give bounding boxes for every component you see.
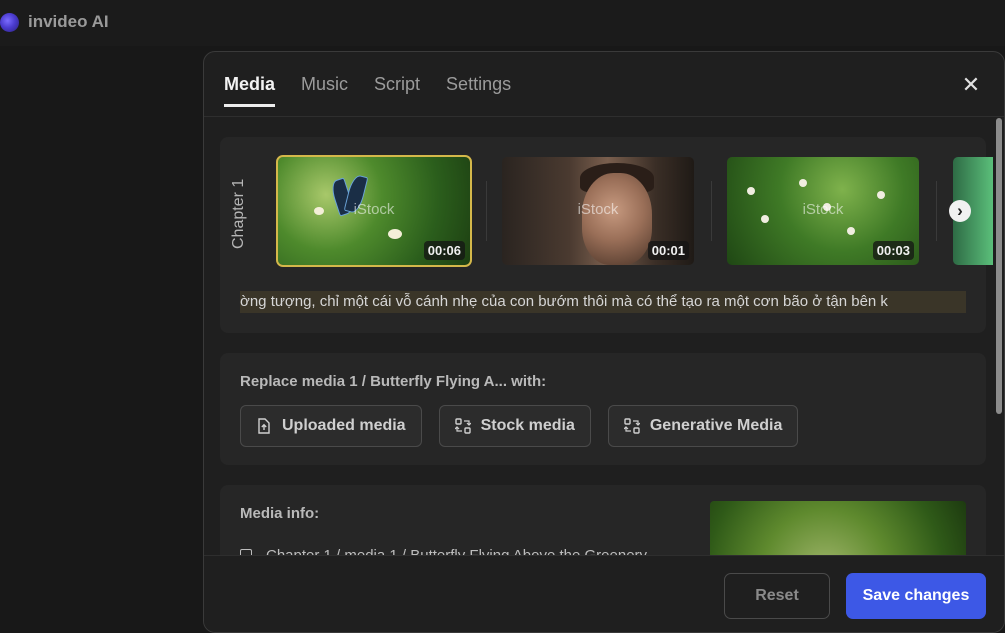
media-thumbnail-3[interactable]: iStock 00:03 bbox=[727, 157, 919, 265]
thumbnail-separator bbox=[936, 181, 937, 241]
close-icon: ✕ bbox=[961, 72, 981, 97]
face-image bbox=[582, 173, 652, 265]
blossom-image bbox=[847, 227, 855, 235]
chevron-right-icon[interactable]: › bbox=[949, 200, 971, 222]
reset-button[interactable]: Reset bbox=[724, 573, 830, 619]
media-path: Chapter 1 / media 1 / Butterfly Flying A… bbox=[240, 547, 647, 555]
media-thumbnail-2[interactable]: iStock 00:01 bbox=[502, 157, 694, 265]
chapter-card: Chapter 1 iStock 00:06 iStock 00:01 iSto… bbox=[220, 137, 993, 333]
chapter-transcript[interactable]: ờng tượng, chỉ một cái vỗ cánh nhẹ của c… bbox=[240, 291, 966, 313]
media-thumbnail-1[interactable]: iStock 00:06 bbox=[276, 155, 472, 267]
scrollbar[interactable] bbox=[994, 118, 1002, 554]
media-edit-modal: Media Music Script Settings ✕ Chapter 1 … bbox=[203, 51, 1005, 633]
duration-badge: 00:01 bbox=[647, 241, 689, 260]
blossom-image bbox=[747, 187, 755, 195]
generative-media-button[interactable]: Generative Media bbox=[607, 405, 799, 447]
media-path-text: Chapter 1 / media 1 / Butterfly Flying A… bbox=[266, 547, 647, 555]
scrollbar-thumb[interactable] bbox=[996, 118, 1002, 414]
top-bar: invideo AI bbox=[0, 0, 1005, 46]
uploaded-media-button[interactable]: Uploaded media bbox=[240, 405, 422, 447]
media-info-title: Media info: bbox=[240, 505, 320, 522]
logo-icon[interactable] bbox=[0, 13, 19, 32]
replace-title: Replace media 1 / Butterfly Flying A... … bbox=[240, 373, 547, 390]
close-button[interactable]: ✕ bbox=[958, 72, 984, 98]
replace-options: Uploaded media Stock media Generative Me… bbox=[240, 405, 799, 447]
tab-settings[interactable]: Settings bbox=[446, 74, 511, 107]
tab-script[interactable]: Script bbox=[374, 74, 420, 107]
swap-icon bbox=[623, 418, 640, 434]
tab-media[interactable]: Media bbox=[224, 74, 276, 107]
modal-content[interactable]: Chapter 1 iStock 00:06 iStock 00:01 iSto… bbox=[204, 117, 1004, 555]
flower-image bbox=[388, 229, 402, 239]
media-info-card: Media info: Chapter 1 / media 1 / Butter… bbox=[220, 485, 986, 555]
thumbnail-separator bbox=[711, 181, 712, 241]
watermark: iStock bbox=[802, 201, 844, 218]
save-changes-button[interactable]: Save changes bbox=[846, 573, 986, 619]
upload-file-icon bbox=[256, 418, 272, 434]
media-preview-image bbox=[710, 501, 966, 555]
swap-icon bbox=[454, 418, 471, 434]
stock-media-button[interactable]: Stock media bbox=[438, 405, 591, 447]
watermark: iStock bbox=[577, 201, 619, 218]
tab-music[interactable]: Music bbox=[301, 74, 348, 107]
app-title[interactable]: invideo AI bbox=[28, 12, 109, 32]
generative-media-label: Generative Media bbox=[649, 417, 783, 434]
blossom-image bbox=[799, 179, 807, 187]
thumbnail-separator bbox=[486, 181, 487, 241]
tab-bar: Media Music Script Settings bbox=[224, 74, 511, 107]
watermark: iStock bbox=[353, 201, 395, 218]
duration-badge: 00:03 bbox=[872, 241, 914, 260]
modal-footer: Reset Save changes bbox=[204, 555, 1004, 632]
uploaded-media-label: Uploaded media bbox=[282, 417, 406, 434]
chapter-label: Chapter 1 bbox=[230, 178, 247, 249]
replace-media-card: Replace media 1 / Butterfly Flying A... … bbox=[220, 353, 986, 465]
blossom-image bbox=[877, 191, 885, 199]
duration-badge: 00:06 bbox=[423, 241, 465, 260]
stock-media-label: Stock media bbox=[480, 417, 575, 434]
